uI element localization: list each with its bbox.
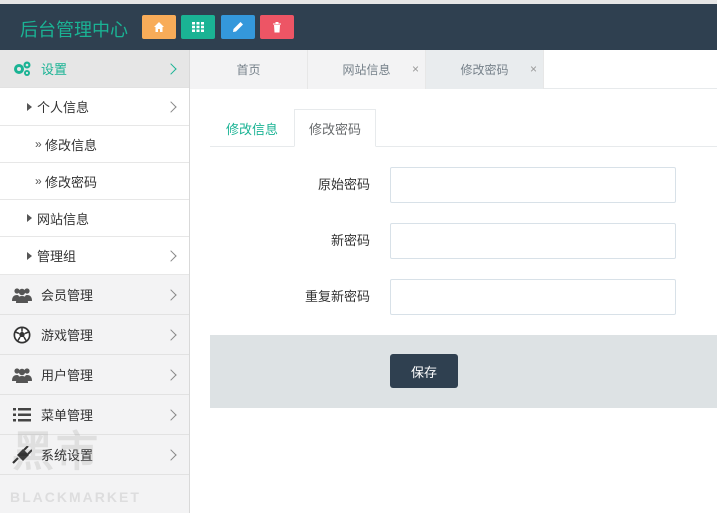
repeat-password-field[interactable] [390,279,676,315]
sidebar-item-label: 设置 [41,62,68,77]
page-tabs-bar: 首页 网站信息 × 修改密码 × [190,50,717,89]
chevron-right-icon [165,408,177,421]
chevron-right-icon [165,448,177,461]
top-bar: 后台管理中心 [0,0,717,50]
chevron-right-icon [165,62,177,75]
new-password-label: 新密码 [330,233,370,248]
tab-label: 网站信息 [342,63,391,77]
trash-icon [273,22,281,33]
watermark-logo: 黑市 [12,427,101,476]
new-password-field[interactable] [390,223,676,259]
sidebar-item-label: 修改密码 [45,174,98,190]
sidebar-item-label: 游戏管理 [41,328,94,343]
gears-icon [14,61,31,76]
sidebar-item-label: 网站信息 [37,211,90,227]
form-footer: 保存 [210,335,717,408]
save-button[interactable]: 保存 [390,354,458,388]
repeat-password-label: 重复新密码 [304,289,370,304]
home-button[interactable] [142,15,176,39]
sidebar-item-personal-info[interactable]: 个人信息 [0,88,189,126]
original-password-field[interactable] [390,167,676,203]
tab-change-password-form[interactable]: 修改密码 [294,109,376,147]
sidebar-item-edit-info[interactable]: » 修改信息 [0,126,189,163]
close-icon[interactable]: × [412,62,419,76]
chevron-right-icon [165,288,177,301]
chevron-right-icon [165,328,177,341]
sidebar-item-label: 修改信息 [45,137,98,153]
edit-button[interactable] [221,15,255,39]
sidebar-item-settings[interactable]: 设置 [0,50,189,88]
double-angle-icon: » [35,174,42,188]
sidebar-item-label: 用户管理 [41,368,94,383]
watermark-text: BLACKMARKET [10,489,141,505]
close-icon[interactable]: × [530,62,537,76]
tab-home[interactable]: 首页 [190,50,308,89]
tab-label: 修改密码 [460,63,509,77]
tab-edit-info[interactable]: 修改信息 [210,109,294,147]
sidebar-item-label: 会员管理 [41,288,94,303]
caret-right-icon [27,251,32,260]
caret-right-icon [27,102,32,111]
delete-button[interactable] [260,15,294,39]
pencil-icon [233,22,243,32]
soccer-ball-icon [13,326,31,344]
home-icon [154,22,164,32]
grid-icon [192,22,204,32]
sidebar-item-label: 个人信息 [37,100,90,115]
sidebar-item-admin-group[interactable]: 管理组 [0,237,189,275]
sidebar-item-user-management[interactable]: 用户管理 [0,355,189,395]
users-icon [12,288,32,303]
form-tabs: 修改信息 修改密码 [210,109,717,147]
chevron-right-icon [165,249,177,262]
tab-label: 首页 [236,63,261,77]
sidebar-item-game-management[interactable]: 游戏管理 [0,315,189,355]
sidebar-item-site-info[interactable]: 网站信息 [0,200,189,237]
original-password-label: 原始密码 [317,177,370,192]
sidebar: 设置 个人信息 » 修改信息 » 修改密码 网站信息 管理组 会员管理 游戏管理… [0,50,190,513]
grid-button[interactable] [181,15,215,39]
double-angle-icon: » [35,137,42,151]
sidebar-item-change-password[interactable]: » 修改密码 [0,163,189,200]
users-icon [12,368,32,383]
sidebar-item-member-management[interactable]: 会员管理 [0,275,189,315]
tab-change-password[interactable]: 修改密码 × [426,50,544,89]
chevron-right-icon [165,368,177,381]
app-title: 后台管理中心 [20,20,128,40]
caret-right-icon [27,214,32,222]
chevron-right-icon [165,100,177,113]
sidebar-item-label: 管理组 [37,249,77,264]
tab-site-info[interactable]: 网站信息 × [308,50,426,89]
